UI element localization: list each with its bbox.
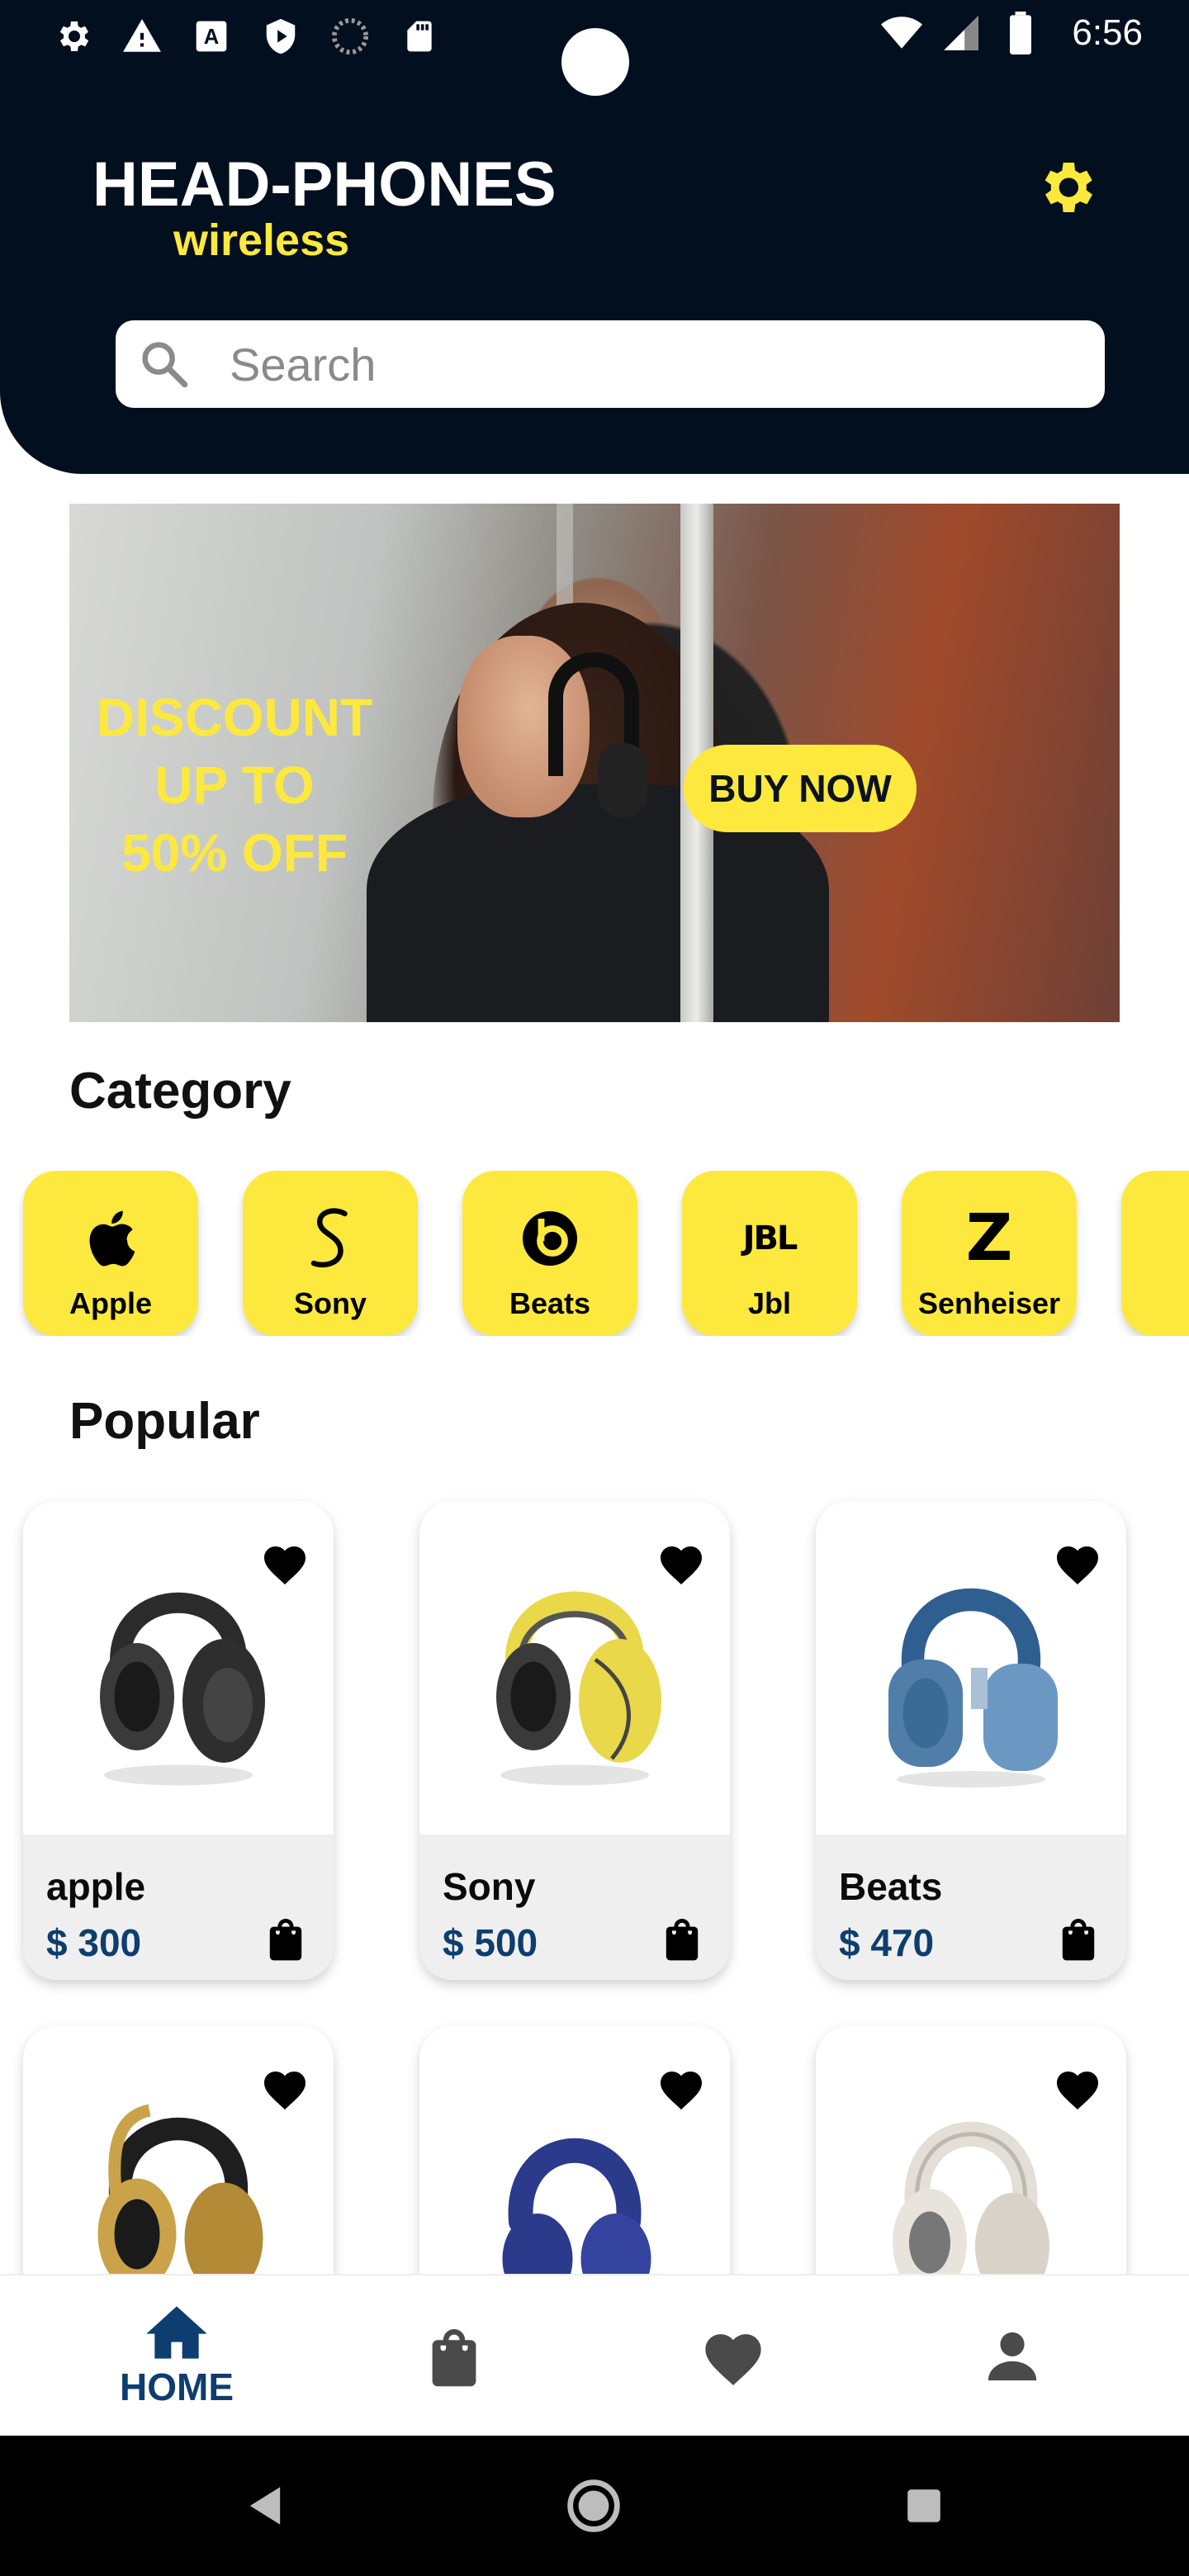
shopping-bag-icon [432,2329,476,2387]
promo-line-1: DISCOUNT [96,688,373,747]
search-icon [135,335,193,393]
jbl-logo-icon: JBL [742,1219,798,1257]
category-item-sony[interactable]: Sony [243,1171,418,1336]
favorite-button[interactable] [1050,1536,1105,1590]
heart-icon [1057,2072,1098,2110]
nav-home[interactable]: HOME [69,2275,284,2437]
search-bar[interactable] [116,320,1105,408]
square-icon [907,2489,940,2522]
home-icon [146,2306,207,2359]
sennheiser-logo-icon: Z [965,1201,1013,1276]
product-name: apple [46,1865,146,1908]
promo-text: DISCOUNT UP TO 50% OFF [69,684,400,887]
product-info: Sony $ 500 [419,1835,730,1980]
shopping-bag-icon [269,1919,302,1961]
promo-line-2: UP TO [154,755,315,815]
category-label: Apple [69,1286,152,1320]
category-title: Category [69,1063,291,1120]
category-item-beats[interactable]: Beats [462,1171,637,1336]
shopping-bag-icon [666,1919,699,1961]
signal-icon [940,12,983,54]
promo-banner[interactable]: DISCOUNT UP TO 50% OFF BUY NOW [69,504,1120,1022]
popular-title: Popular [69,1393,260,1450]
apple-logo-icon [84,1205,137,1271]
product-price: $ 470 [839,1921,935,1964]
bottom-navigation: HOME [0,2274,1189,2436]
category-label: Senheiser [917,1286,1061,1320]
battery-icon [999,12,1042,54]
favorite-button[interactable] [654,1536,708,1590]
product-price: $ 500 [443,1921,538,1964]
favorite-button[interactable] [1050,2061,1105,2115]
heart-icon [1057,1546,1098,1584]
gear-icon [1045,163,1092,212]
beats-logo-icon [520,1205,580,1271]
status-icons-left: A [51,15,441,58]
circle-home-icon [567,2479,620,2532]
product-card-sony[interactable]: Sony $ 500 [419,1501,730,1980]
recents-button[interactable] [895,2477,953,2535]
loading-icon [329,15,372,58]
back-button[interactable] [236,2477,294,2535]
category-label: Beats [509,1286,591,1320]
person-icon [988,2332,1037,2381]
heart-icon [264,1546,306,1584]
sd-card-icon [398,15,441,58]
partial-logo-icon [1184,1205,1189,1271]
category-list[interactable]: Apple Sony Beats JBL Jbl Z Senheiser N [0,1171,1189,1336]
status-bar: A 6:56 [0,0,1189,96]
app-header: A 6:56 HEAD-PHONES wireless Search [0,0,1189,474]
favorite-button[interactable] [258,1536,312,1590]
product-name: Beats [839,1865,943,1908]
camera-cutout [561,28,629,96]
product-name: Sony [443,1865,536,1908]
heart-icon [705,2334,761,2385]
nav-favorites[interactable] [626,2275,841,2437]
product-info: apple $ 300 [23,1835,334,1980]
gear-icon [51,15,94,58]
heart-icon [661,2072,702,2110]
category-label: Sony [293,1286,367,1320]
wifi-icon [880,12,923,54]
product-info: Beats $ 470 [816,1835,1126,1980]
shopping-bag-icon [1062,1919,1095,1961]
clock: 6:56 [1072,12,1143,53]
a-box-icon: A [190,15,233,58]
buy-now-button[interactable]: BUY NOW [684,745,917,832]
system-navigation-bar [0,2436,1189,2576]
search-input[interactable] [230,337,1055,391]
product-card-apple[interactable]: apple $ 300 [23,1501,334,1980]
favorite-button[interactable] [654,2061,708,2115]
home-system-button[interactable] [565,2477,623,2535]
nav-profile[interactable] [905,2275,1120,2437]
svg-text:A: A [204,26,220,49]
heart-icon [661,1546,702,1584]
category-item-apple[interactable]: Apple [23,1171,198,1336]
favorite-button[interactable] [258,2061,312,2115]
back-icon [249,2487,281,2525]
banner-photo-earcup [598,743,647,817]
app-title: HEAD-PHONES [92,149,557,220]
nav-home-label: HOME [120,2365,234,2408]
category-item-senheiser[interactable]: Z Senheiser [902,1171,1077,1336]
category-item-partial[interactable]: N [1121,1171,1189,1336]
promo-line-3: 50% OFF [121,823,348,883]
add-to-cart-button[interactable] [1055,1914,1101,1963]
product-card-beats[interactable]: Beats $ 470 [816,1501,1126,1980]
shield-play-icon [259,15,302,58]
heart-icon [264,2072,306,2110]
warning-icon [121,15,163,58]
category-item-jbl[interactable]: JBL Jbl [682,1171,857,1336]
app-subtitle: wireless [173,215,350,265]
category-label: Jbl [747,1286,791,1320]
nav-bag[interactable] [347,2275,561,2437]
sony-logo-icon [306,1205,355,1271]
product-price: $ 300 [46,1921,142,1964]
add-to-cart-button[interactable] [659,1914,705,1963]
add-to-cart-button[interactable] [263,1914,309,1963]
status-icons-right: 6:56 [880,12,1143,54]
settings-button[interactable] [1032,154,1100,221]
